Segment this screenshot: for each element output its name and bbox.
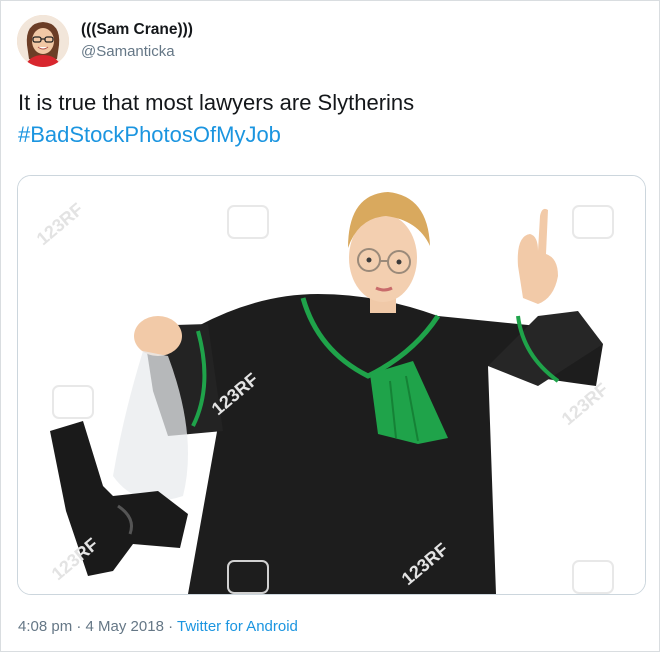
tweet-source-link[interactable]: Twitter for Android [177,618,298,635]
user-handle[interactable]: @Samanticka [81,43,175,60]
display-name[interactable]: (((Sam Crane))) [81,21,193,39]
tweet-date[interactable]: 4 May 2018 [86,618,164,635]
meta-separator: · [163,618,177,635]
tweet-media-image[interactable]: 123RF 123RF 123RF 123RF 123RF [17,175,646,595]
tweet-card: (((Sam Crane))) @Samanticka It is true t… [0,0,660,652]
avatar[interactable] [17,15,69,67]
meta-separator: · [72,618,86,635]
tweet-text: It is true that most lawyers are Slyther… [18,87,638,151]
tweet-text-line: It is true that most lawyers are Slyther… [18,90,415,115]
tweet-meta: 4:08 pm · 4 May 2018 · Twitter for Andro… [18,618,298,635]
stock-photo-lawyer-with-gun: 123RF 123RF 123RF 123RF 123RF [18,176,645,594]
tweet-time[interactable]: 4:08 pm [18,618,72,635]
avatar-image [17,15,69,67]
hashtag-link[interactable]: #BadStockPhotosOfMyJob [18,119,638,151]
